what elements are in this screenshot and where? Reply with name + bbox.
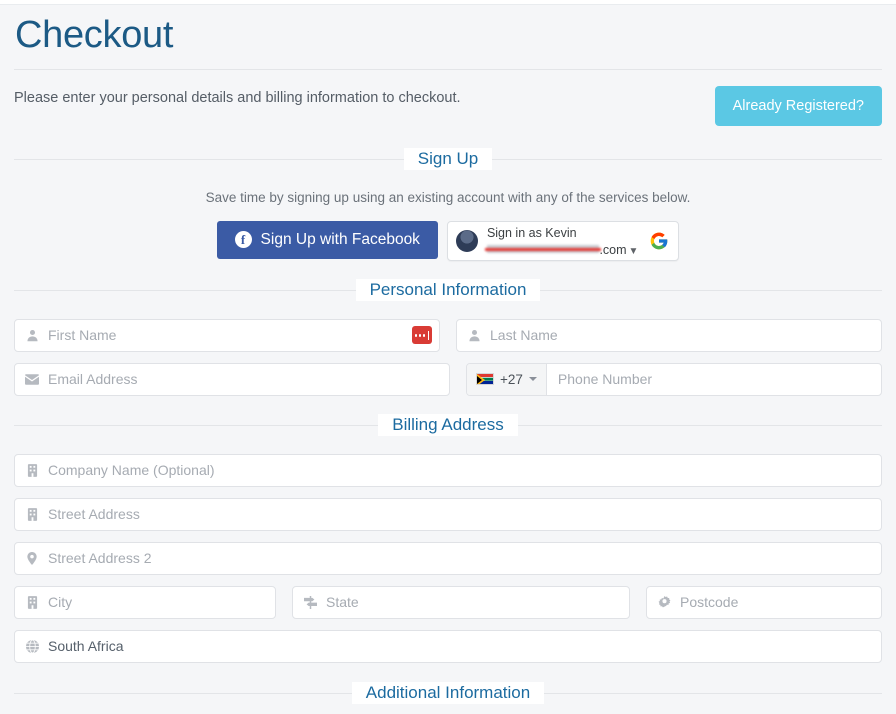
gear-icon — [657, 595, 671, 609]
chevron-down-icon[interactable]: ▼ — [629, 246, 639, 258]
personal-information-legend-wrap: Personal Information — [14, 278, 882, 301]
south-africa-flag-icon — [476, 373, 494, 386]
country-value: South Africa — [48, 638, 124, 655]
building-icon — [25, 463, 39, 477]
city-state-postcode-row: City State Postcode — [14, 585, 882, 619]
personal-information-fields: First Name Last Name Email Address +27 P… — [14, 318, 882, 396]
street-address-placeholder: Street Address — [48, 506, 140, 523]
globe-icon — [25, 639, 39, 653]
signup-note: Save time by signing up using an existin… — [205, 189, 691, 205]
facebook-signup-button[interactable]: f Sign Up with Facebook — [216, 220, 438, 259]
caret-down-icon — [528, 377, 537, 382]
personal-information-section: Personal Information First Name Last Nam… — [14, 278, 882, 396]
street-address-2-row: Street Address 2 — [14, 541, 882, 575]
signup-legend: Sign Up — [403, 147, 493, 170]
country-row: South Africa — [14, 629, 882, 663]
facebook-icon: f — [234, 231, 252, 249]
google-icon — [649, 231, 669, 251]
page-title: Checkout — [15, 14, 174, 56]
city-field[interactable]: City — [14, 585, 276, 619]
postcode-field[interactable]: Postcode — [646, 585, 882, 619]
country-code-selector[interactable]: +27 — [467, 363, 547, 395]
email-address-field[interactable]: Email Address — [14, 362, 450, 396]
last-name-placeholder: Last Name — [490, 327, 558, 344]
avatar — [455, 229, 478, 252]
additional-information-legend-wrap: Additional Information — [14, 681, 882, 704]
personal-information-legend: Personal Information — [355, 278, 541, 301]
signup-section: Sign Up Save time by signing up using an… — [14, 147, 882, 261]
password-manager-icon[interactable] — [412, 326, 432, 345]
street-address-field[interactable]: Street Address — [14, 497, 882, 531]
street-address-2-field[interactable]: Street Address 2 — [14, 541, 882, 575]
street-address-row: Street Address — [14, 497, 882, 531]
google-account-text: Sign in as Kevin xxxxxxxxxxxxxxxxxx .com… — [484, 224, 639, 258]
city-placeholder: City — [48, 594, 73, 611]
google-email-row: xxxxxxxxxxxxxxxxxx .com ▼ — [484, 242, 639, 258]
signup-legend-wrap: Sign Up — [14, 147, 882, 170]
street-address-2-placeholder: Street Address 2 — [48, 550, 152, 567]
facebook-signup-label: Sign Up with Facebook — [260, 230, 420, 248]
state-placeholder: State — [326, 594, 359, 611]
email-phone-row: Email Address +27 Phone Number — [14, 362, 882, 396]
billing-address-legend: Billing Address — [378, 413, 518, 436]
map-signs-icon — [303, 595, 317, 609]
social-buttons-row: f Sign Up with Facebook Sign in as Kevin… — [14, 220, 882, 261]
user-icon — [467, 328, 481, 342]
name-row: First Name Last Name — [14, 318, 882, 352]
redacted-email: xxxxxxxxxxxxxxxxxx — [484, 242, 601, 255]
google-email-suffix: .com — [599, 242, 627, 257]
intro-text: Please enter your personal details and b… — [14, 89, 461, 106]
intro-row: Please enter your personal details and b… — [14, 70, 882, 130]
phone-number-group: +27 Phone Number — [466, 362, 882, 396]
envelope-icon — [25, 372, 39, 386]
map-pin-icon — [25, 551, 39, 565]
top-strip — [0, 0, 896, 5]
email-address-placeholder: Email Address — [48, 371, 138, 388]
phone-number-field[interactable]: Phone Number — [547, 364, 881, 395]
already-registered-button[interactable]: Already Registered? — [714, 85, 882, 126]
building-icon — [25, 507, 39, 521]
company-name-placeholder: Company Name (Optional) — [48, 462, 215, 479]
company-row: Company Name (Optional) — [14, 453, 882, 487]
country-field[interactable]: South Africa — [14, 629, 882, 663]
additional-information-legend: Additional Information — [351, 681, 545, 704]
google-sign-in-as-label: Sign in as Kevin — [486, 226, 577, 241]
google-sign-in-widget[interactable]: Sign in as Kevin xxxxxxxxxxxxxxxxxx .com… — [446, 220, 680, 261]
billing-address-section: Billing Address Company Name (Optional) … — [14, 413, 882, 663]
last-name-field[interactable]: Last Name — [456, 318, 882, 352]
first-name-placeholder: First Name — [48, 327, 117, 344]
company-name-field[interactable]: Company Name (Optional) — [14, 453, 882, 487]
state-field[interactable]: State — [292, 585, 630, 619]
checkout-page: Checkout Please enter your personal deta… — [0, 14, 896, 704]
billing-address-legend-wrap: Billing Address — [14, 413, 882, 436]
postcode-placeholder: Postcode — [680, 594, 739, 611]
user-icon — [25, 328, 39, 342]
first-name-field[interactable]: First Name — [14, 318, 440, 352]
additional-information-section: Additional Information — [14, 681, 882, 704]
country-code-value: +27 — [500, 371, 523, 387]
phone-number-placeholder: Phone Number — [557, 371, 653, 388]
building-icon — [25, 595, 39, 609]
billing-address-fields: Company Name (Optional) Street Address S… — [14, 453, 882, 663]
